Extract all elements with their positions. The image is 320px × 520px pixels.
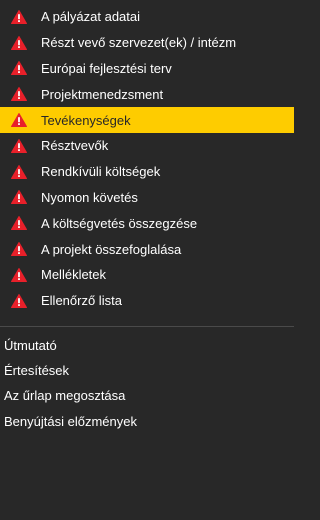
- sidebar-navigation: A pályázat adatai Részt vevő szervezet(e…: [0, 0, 294, 520]
- menu-item-nyomon-kovetes[interactable]: Nyomon követés: [0, 185, 294, 211]
- warning-icon: [10, 60, 28, 76]
- menu-item-label: Rendkívüli költségek: [41, 164, 161, 180]
- menu-item-reszt-vevo-szervezetek[interactable]: Részt vevő szervezet(ek) / intézm: [0, 30, 294, 56]
- menu-item-europai-fejlesztesi-terv[interactable]: Európai fejlesztési terv: [0, 56, 294, 82]
- link-urlap-megosztasa[interactable]: Az űrlap megosztása: [0, 383, 294, 408]
- menu-item-rendkivuli-koltsegek[interactable]: Rendkívüli költségek: [0, 159, 294, 185]
- menu-item-ellenorzo-lista[interactable]: Ellenőrző lista: [0, 288, 294, 314]
- warning-icon: [10, 267, 28, 283]
- warning-icon: [10, 164, 28, 180]
- menu-item-resztvevok[interactable]: Résztvevők: [0, 133, 294, 159]
- warning-icon: [10, 189, 28, 205]
- link-utmutato[interactable]: Útmutató: [0, 333, 294, 358]
- menu-item-label: Résztvevők: [41, 138, 109, 154]
- warning-icon: [10, 112, 28, 128]
- help-links: Útmutató Értesítések Az űrlap megosztása…: [0, 333, 294, 434]
- warning-icon: [10, 293, 28, 309]
- menu-item-koltsegvetes-osszegzese[interactable]: A költségvetés összegzése: [0, 210, 294, 236]
- menu-item-label: A projekt összefoglalása: [41, 241, 182, 257]
- link-ertesitesek[interactable]: Értesítések: [0, 358, 294, 383]
- menu-item-label: Ellenőrző lista: [41, 293, 122, 309]
- menu-item-projekt-osszefoglalasa[interactable]: A projekt összefoglalása: [0, 236, 294, 262]
- menu-item-label: Mellékletek: [41, 267, 107, 283]
- warning-icon: [10, 9, 28, 25]
- menu-item-label: Részt vevő szervezet(ek) / intézm: [41, 35, 237, 51]
- menu-item-projektmenedzsment[interactable]: Projektmenedzsment: [0, 81, 294, 107]
- menu-item-label: A pályázat adatai: [41, 9, 141, 25]
- divider: [0, 325, 294, 327]
- warning-icon: [10, 215, 28, 231]
- menu-item-mellekletek[interactable]: Mellékletek: [0, 262, 294, 288]
- warning-icon: [10, 35, 28, 51]
- menu-item-label: A költségvetés összegzése: [41, 215, 198, 231]
- warning-icon: [10, 241, 28, 257]
- warning-icon: [10, 86, 28, 102]
- warning-icon: [10, 138, 28, 154]
- menu-item-palyazat-adatai[interactable]: A pályázat adatai: [0, 4, 294, 30]
- form-sections-menu: A pályázat adatai Részt vevő szervezet(e…: [0, 0, 294, 314]
- menu-item-tevekenysegek[interactable]: Tevékenységek: [0, 107, 294, 133]
- menu-item-label: Nyomon követés: [41, 189, 138, 205]
- menu-item-label: Európai fejlesztési terv: [41, 60, 172, 76]
- link-benyujtasi-elozmenyek[interactable]: Benyújtási előzmények: [0, 408, 294, 433]
- menu-item-label: Projektmenedzsment: [41, 86, 164, 102]
- menu-item-label: Tevékenységek: [41, 112, 131, 128]
